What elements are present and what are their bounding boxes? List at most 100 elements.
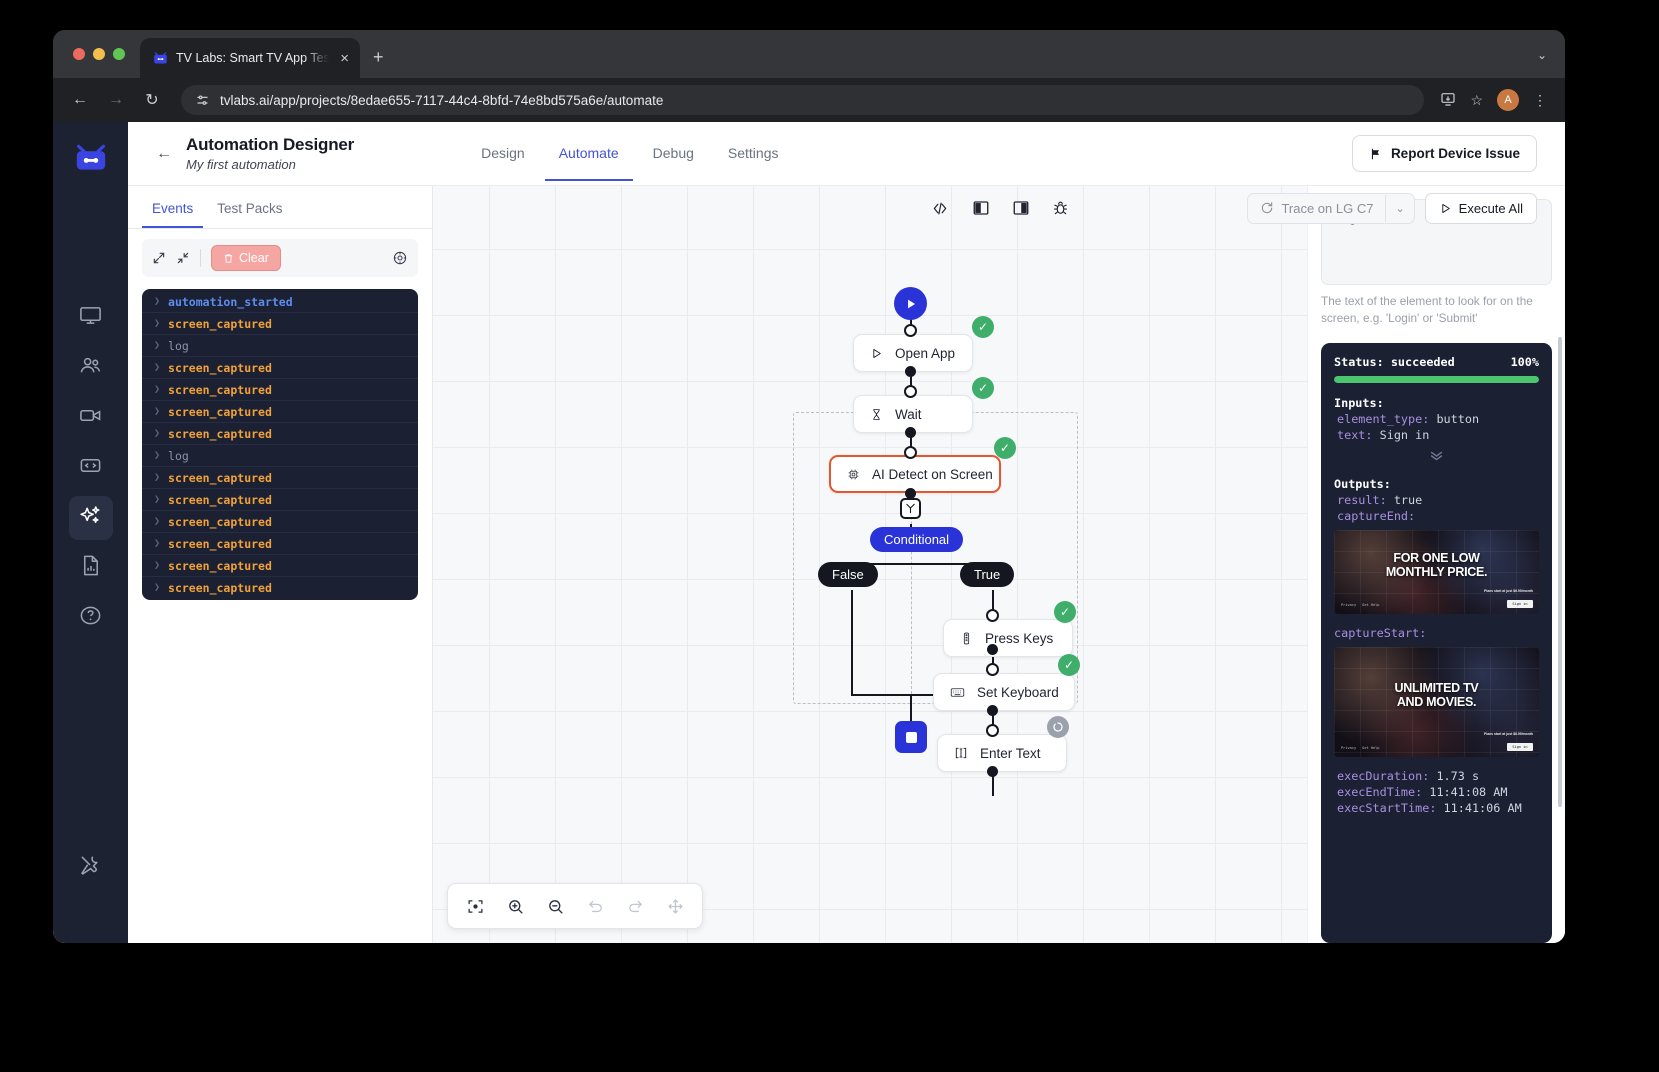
events-log-list[interactable]: ❯automation_started❯screen_captured❯log❯… bbox=[142, 289, 418, 600]
split-left-panel-icon[interactable] bbox=[972, 199, 990, 217]
event-row[interactable]: ❯screen_captured bbox=[142, 467, 418, 489]
code-view-icon[interactable] bbox=[930, 200, 950, 217]
zoom-in-icon[interactable] bbox=[498, 889, 532, 923]
chevron-right-icon[interactable]: ❯ bbox=[154, 560, 160, 571]
event-row[interactable]: ❯automation_started bbox=[142, 291, 418, 313]
back-navigation-button[interactable]: ← bbox=[67, 87, 93, 113]
tab-list-chevron-icon[interactable]: ⌄ bbox=[1537, 48, 1547, 62]
lock-layout-icon[interactable] bbox=[658, 889, 692, 923]
node-output-port-set-keyboard[interactable] bbox=[987, 705, 998, 716]
install-app-icon[interactable] bbox=[1440, 91, 1456, 110]
sidebar-item-code[interactable] bbox=[69, 446, 113, 490]
node-output-port-press-keys[interactable] bbox=[987, 644, 998, 655]
tab-design[interactable]: Design bbox=[467, 126, 539, 181]
event-row[interactable]: ❯screen_captured bbox=[142, 379, 418, 401]
event-row[interactable]: ❯screen_captured bbox=[142, 555, 418, 577]
tvlabs-logo[interactable] bbox=[72, 140, 110, 178]
chevron-right-icon[interactable]: ❯ bbox=[154, 340, 160, 351]
redo-icon[interactable] bbox=[618, 889, 652, 923]
chevron-down-icon[interactable]: ⌄ bbox=[1385, 195, 1413, 222]
false-branch-pill[interactable]: False bbox=[818, 562, 878, 587]
undo-icon[interactable] bbox=[578, 889, 612, 923]
chevron-right-icon[interactable]: ❯ bbox=[154, 296, 160, 307]
node-output-port-open-app[interactable] bbox=[905, 366, 916, 377]
event-row[interactable]: ❯screen_captured bbox=[142, 511, 418, 533]
branch-icon[interactable] bbox=[900, 498, 921, 519]
node-ai-detect-on-screen[interactable]: AI Detect on Screen bbox=[829, 455, 1001, 493]
trace-device-select[interactable]: Trace on LG C7 ⌄ bbox=[1247, 193, 1414, 224]
node-input-port-ai-detect[interactable] bbox=[904, 446, 917, 459]
zoom-out-icon[interactable] bbox=[538, 889, 572, 923]
address-bar[interactable]: tvlabs.ai/app/projects/8edae655-7117-44c… bbox=[181, 85, 1424, 115]
report-device-issue-button[interactable]: Report Device Issue bbox=[1352, 135, 1537, 172]
sidebar-item-automations[interactable] bbox=[69, 496, 113, 540]
sidebar-item-reports[interactable] bbox=[69, 546, 113, 590]
chevron-right-icon[interactable]: ❯ bbox=[154, 538, 160, 549]
expand-all-icon[interactable] bbox=[152, 251, 166, 265]
event-row[interactable]: ❯screen_captured bbox=[142, 401, 418, 423]
node-input-port-open-app[interactable] bbox=[904, 324, 917, 337]
split-right-panel-icon[interactable] bbox=[1012, 199, 1030, 217]
node-set-keyboard[interactable]: Set Keyboard bbox=[933, 673, 1075, 711]
node-output-port-wait[interactable] bbox=[905, 427, 916, 438]
conditional-pill[interactable]: Conditional bbox=[870, 527, 963, 552]
chevron-right-icon[interactable]: ❯ bbox=[154, 516, 160, 527]
fit-view-icon[interactable] bbox=[458, 889, 492, 923]
sidebar-item-help[interactable] bbox=[69, 596, 113, 640]
capture-start-screenshot[interactable]: UNLIMITED TV AND MOVIES. Plans start at … bbox=[1334, 647, 1539, 757]
chevron-right-icon[interactable]: ❯ bbox=[154, 582, 160, 593]
target-settings-icon[interactable] bbox=[392, 250, 408, 266]
node-enter-text[interactable]: Enter Text bbox=[937, 734, 1067, 772]
chevron-right-icon[interactable]: ❯ bbox=[154, 428, 160, 439]
event-row[interactable]: ❯screen_captured bbox=[142, 357, 418, 379]
chevron-right-icon[interactable]: ❯ bbox=[154, 494, 160, 505]
profile-avatar[interactable]: A bbox=[1497, 89, 1519, 111]
event-row[interactable]: ❯log bbox=[142, 335, 418, 357]
browser-tab[interactable]: TV Labs: Smart TV App Testing × bbox=[140, 38, 360, 78]
event-row[interactable]: ❯screen_captured bbox=[142, 489, 418, 511]
close-window-button[interactable] bbox=[73, 48, 85, 60]
tab-automate[interactable]: Automate bbox=[545, 126, 633, 181]
new-tab-button[interactable]: + bbox=[373, 48, 384, 66]
event-row[interactable]: ❯screen_captured bbox=[142, 533, 418, 555]
tab-events[interactable]: Events bbox=[142, 195, 203, 228]
inspector-scrollbar[interactable] bbox=[1558, 337, 1562, 807]
execute-all-button[interactable]: Execute All bbox=[1425, 193, 1537, 224]
debug-bug-icon[interactable] bbox=[1052, 199, 1069, 217]
node-input-port-set-keyboard[interactable] bbox=[986, 663, 999, 676]
node-output-port-enter-text[interactable] bbox=[987, 766, 998, 777]
tab-test-packs[interactable]: Test Packs bbox=[207, 195, 292, 228]
node-input-port-wait[interactable] bbox=[904, 385, 917, 398]
clear-events-button[interactable]: Clear bbox=[211, 245, 281, 271]
start-node[interactable] bbox=[894, 287, 927, 320]
sidebar-item-sessions[interactable] bbox=[69, 396, 113, 440]
tab-debug[interactable]: Debug bbox=[639, 126, 708, 181]
sidebar-item-devices[interactable] bbox=[69, 296, 113, 340]
event-row[interactable]: ❯log bbox=[142, 445, 418, 467]
end-node[interactable] bbox=[895, 721, 927, 753]
reload-button[interactable]: ↻ bbox=[139, 87, 165, 113]
expand-chevrons-icon[interactable] bbox=[1334, 450, 1539, 464]
chevron-right-icon[interactable]: ❯ bbox=[154, 384, 160, 395]
minimize-window-button[interactable] bbox=[93, 48, 105, 60]
back-button[interactable]: ← bbox=[156, 145, 172, 163]
event-row[interactable]: ❯screen_captured bbox=[142, 577, 418, 598]
event-row[interactable]: ❯screen_captured bbox=[142, 313, 418, 335]
sidebar-item-tools[interactable] bbox=[69, 846, 113, 890]
sidebar-item-team[interactable] bbox=[69, 346, 113, 390]
chevron-right-icon[interactable]: ❯ bbox=[154, 450, 160, 461]
node-press-keys[interactable]: Press Keys bbox=[943, 619, 1073, 657]
collapse-all-icon[interactable] bbox=[176, 251, 190, 265]
bookmark-star-icon[interactable]: ☆ bbox=[1470, 92, 1483, 109]
close-tab-button[interactable]: × bbox=[337, 49, 352, 68]
chevron-right-icon[interactable]: ❯ bbox=[154, 472, 160, 483]
automation-canvas[interactable]: Toolbox ⌄ bbox=[433, 122, 1307, 943]
capture-end-screenshot[interactable]: FOR ONE LOW MONTHLY PRICE. Plans start a… bbox=[1334, 530, 1539, 614]
chevron-right-icon[interactable]: ❯ bbox=[154, 362, 160, 373]
tab-settings[interactable]: Settings bbox=[714, 126, 793, 181]
site-settings-icon[interactable] bbox=[195, 93, 210, 108]
browser-menu-icon[interactable]: ⋮ bbox=[1533, 92, 1547, 109]
maximize-window-button[interactable] bbox=[113, 48, 125, 60]
event-row[interactable]: ❯screen_captured bbox=[142, 423, 418, 445]
chevron-right-icon[interactable]: ❯ bbox=[154, 406, 160, 417]
